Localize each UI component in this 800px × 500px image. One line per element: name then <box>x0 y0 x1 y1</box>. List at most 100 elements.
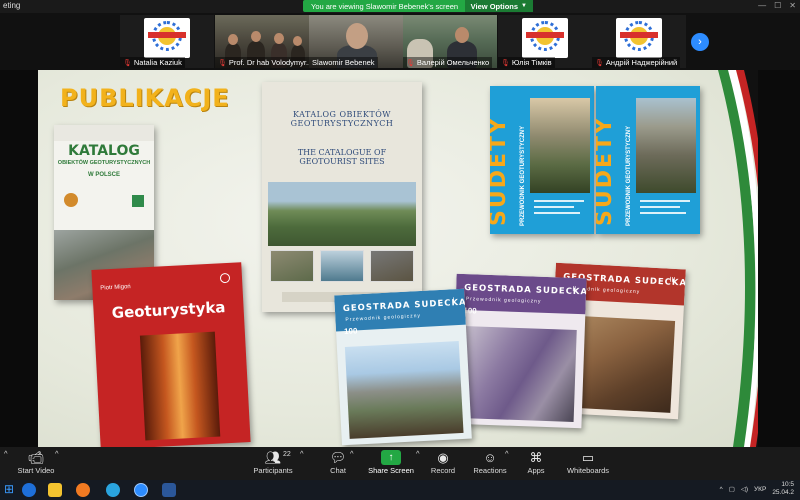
os-taskbar: ⊞ ^ ▢ ◁) УКР 10:5 25.04.2 <box>0 480 800 500</box>
record-button[interactable]: ◉ Record <box>428 449 458 475</box>
participant-tile[interactable]: 🎙︎ Prof. Dr hab Volodymyr... <box>215 15 309 68</box>
participant-tile[interactable]: 🎙︎ Natalia Kaziuk <box>120 15 214 68</box>
telegram-icon[interactable] <box>106 483 120 497</box>
maximize-icon[interactable]: ☐ <box>774 1 781 10</box>
share-caret[interactable]: ^ <box>416 449 420 458</box>
view-options-button[interactable]: View Options ▼ <box>464 0 533 12</box>
share-banner-text: You are viewing Slawomir Bebenek's scree… <box>311 1 459 11</box>
book-title-en: THE CATALOGUE OF GEOTOURIST SITES <box>297 148 387 166</box>
record-icon: ◉ <box>437 450 449 465</box>
book-subtitle-2: W POLSCE <box>87 172 120 178</box>
edge-browser-icon[interactable] <box>22 483 36 497</box>
book-geoturystyka: Piotr Migoń Geoturystyka <box>91 262 251 447</box>
cover-photo <box>344 341 464 439</box>
reactions-button[interactable]: ☺ Reactions <box>472 449 508 475</box>
apps-button[interactable]: ⌘ Apps <box>524 449 548 475</box>
conference-logo <box>144 18 190 58</box>
zoom-window: eting You are viewing Slawomir Bebenek's… <box>0 0 800 500</box>
publisher-logo <box>64 193 78 207</box>
participant-name: 🎙︎ Prof. Dr hab Volodymyr... <box>215 57 309 68</box>
language-indicator[interactable]: УКР <box>754 486 766 493</box>
chat-icon: 💬︎ <box>329 450 347 465</box>
tray-chevron-icon[interactable]: ^ <box>720 486 723 493</box>
share-screen-button[interactable]: ↑ Share Screen <box>368 449 414 475</box>
cover-photo <box>139 331 221 441</box>
book-geostrada-2: GEOSTRADA SUDECKA Przewodnik geologiczny… <box>451 273 587 429</box>
participant-name: 🎙︎ Валерій Омельченко <box>403 57 493 68</box>
meeting-toolbar: 📹︎ Start Video ^ ^ 👥︎ Participants 22 ^ … <box>0 447 800 480</box>
system-tray: ^ ▢ ◁) УКР 10:5 25.04.2 <box>720 481 794 497</box>
share-screen-icon: ↑ <box>381 450 401 465</box>
reactions-icon: ☺ <box>483 450 497 465</box>
cover-photo <box>459 326 577 422</box>
conference-logo <box>522 18 568 58</box>
video-off-icon: 📹︎ <box>27 450 45 465</box>
next-participants-button[interactable]: › <box>691 33 709 51</box>
chat-button[interactable]: 💬︎ Chat <box>326 449 350 475</box>
mic-muted-icon: 🎙︎ <box>218 60 227 67</box>
audio-options-caret[interactable]: ^ <box>4 449 8 458</box>
reactions-label: Reactions <box>473 466 507 475</box>
participant-name: 🎙︎ Андрій Наджерійний <box>592 57 681 68</box>
window-title: eting <box>3 1 21 10</box>
start-video-label: Start Video <box>17 466 55 475</box>
mic-muted-icon: 🎙︎ <box>501 60 510 67</box>
book-title: SUDETY <box>596 116 617 226</box>
chevron-right-icon: › <box>698 36 702 48</box>
windows-start-icon[interactable]: ⊞ <box>4 482 18 496</box>
slide-title: PUBLIKACJE <box>60 84 230 112</box>
participants-caret[interactable]: ^ <box>300 449 304 458</box>
whiteboards-button[interactable]: ▭ Whiteboards <box>566 449 610 475</box>
clock-time: 10:5 <box>781 481 794 488</box>
chevron-down-icon: ▼ <box>521 3 527 9</box>
publisher-logo <box>132 195 144 207</box>
volume-number: I <box>452 297 455 305</box>
clock-date: 25.04.2 <box>772 489 794 496</box>
whiteboards-label: Whiteboards <box>566 466 610 475</box>
participant-tile[interactable]: 🎙︎ Юлія Тімків <box>498 15 592 68</box>
book-geostrada-1: GEOSTRADA SUDECKA Przewodnik geologiczny… <box>334 288 472 446</box>
participant-name: 🎙︎ Natalia Kaziuk <box>120 57 185 68</box>
file-explorer-icon[interactable] <box>48 483 62 497</box>
participant-tile[interactable]: 🎙︎ Андрій Наджерійний <box>592 15 686 68</box>
minimize-icon[interactable]: — <box>758 1 766 10</box>
share-banner: You are viewing Slawomir Bebenek's scree… <box>303 0 533 12</box>
participants-count: 22 <box>283 451 291 458</box>
participant-name: 🎙︎ Юлія Тімків <box>498 57 555 68</box>
zoom-app-icon[interactable] <box>134 483 148 497</box>
top-bar: eting You are viewing Slawomir Bebenek's… <box>0 0 800 13</box>
network-icon[interactable]: ▢ <box>729 485 735 493</box>
shared-screen: PUBLIKACJE KATALOG OBIEKTÓW GEOTURYSTYCZ… <box>38 70 758 447</box>
participant-tile[interactable]: Slawomir Bebenek <box>309 15 403 68</box>
clock[interactable]: 10:5 25.04.2 <box>772 481 794 497</box>
volume-number: II <box>572 285 577 293</box>
word-icon[interactable] <box>162 483 176 497</box>
chat-label: Chat <box>330 466 346 475</box>
book-sudety-1: SUDETY PRZEWODNIK GEOTURYSTYCZNY <box>490 86 594 234</box>
start-video-button[interactable]: 📹︎ Start Video <box>16 449 56 475</box>
book-catalogue: KATALOG OBIEKTÓW GEOTURYSTYCZNYCH THE CA… <box>262 82 422 312</box>
participants-label: Participants <box>253 466 293 475</box>
book-title: KATALOG OBIEKTÓW GEOTURYSTYCZNYCH <box>290 110 394 128</box>
participant-tile[interactable]: 🎙︎ Валерій Омельченко <box>403 15 497 68</box>
cover-thumbnail <box>270 250 314 282</box>
volume-number: III <box>669 276 676 284</box>
book-title: KATALOG <box>68 143 140 159</box>
apps-label: Apps <box>527 466 545 475</box>
mic-muted-icon: 🎙︎ <box>406 60 415 67</box>
firefox-icon[interactable] <box>76 483 90 497</box>
publisher-logo <box>219 272 231 284</box>
record-label: Record <box>430 466 456 475</box>
book-title: SUDETY <box>490 116 511 226</box>
volume-icon[interactable]: ◁) <box>741 485 748 493</box>
participant-strip: 🎙︎ Natalia Kaziuk 🎙︎ Prof. Dr hab Volodymy… <box>0 13 800 70</box>
book-sudety-2: SUDETY PRZEWODNIK GEOTURYSTYCZNY <box>596 86 700 234</box>
video-options-caret[interactable]: ^ <box>55 449 59 458</box>
chat-caret[interactable]: ^ <box>350 449 354 458</box>
mic-muted-icon: 🎙︎ <box>595 60 604 67</box>
reactions-caret[interactable]: ^ <box>505 449 509 458</box>
close-icon[interactable]: ✕ <box>789 1 796 10</box>
conference-logo <box>616 18 662 58</box>
participant-name: Slawomir Bebenek <box>309 57 378 68</box>
cover-photo <box>268 182 416 246</box>
